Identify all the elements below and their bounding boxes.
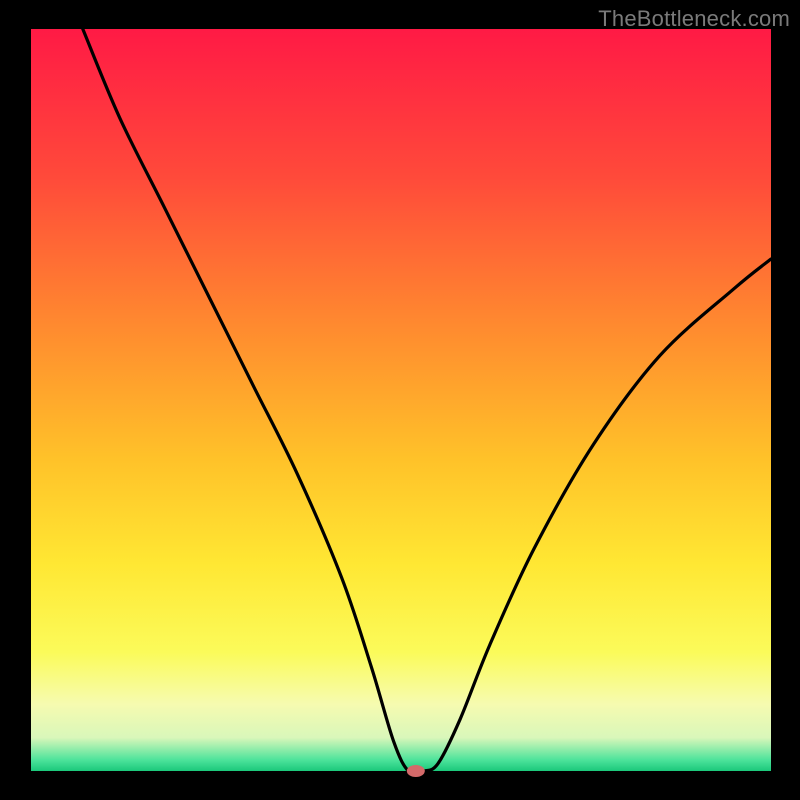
optimum-marker	[407, 765, 425, 777]
chart-frame: TheBottleneck.com	[0, 0, 800, 800]
bottleneck-chart	[0, 0, 800, 800]
plot-background	[31, 29, 771, 771]
